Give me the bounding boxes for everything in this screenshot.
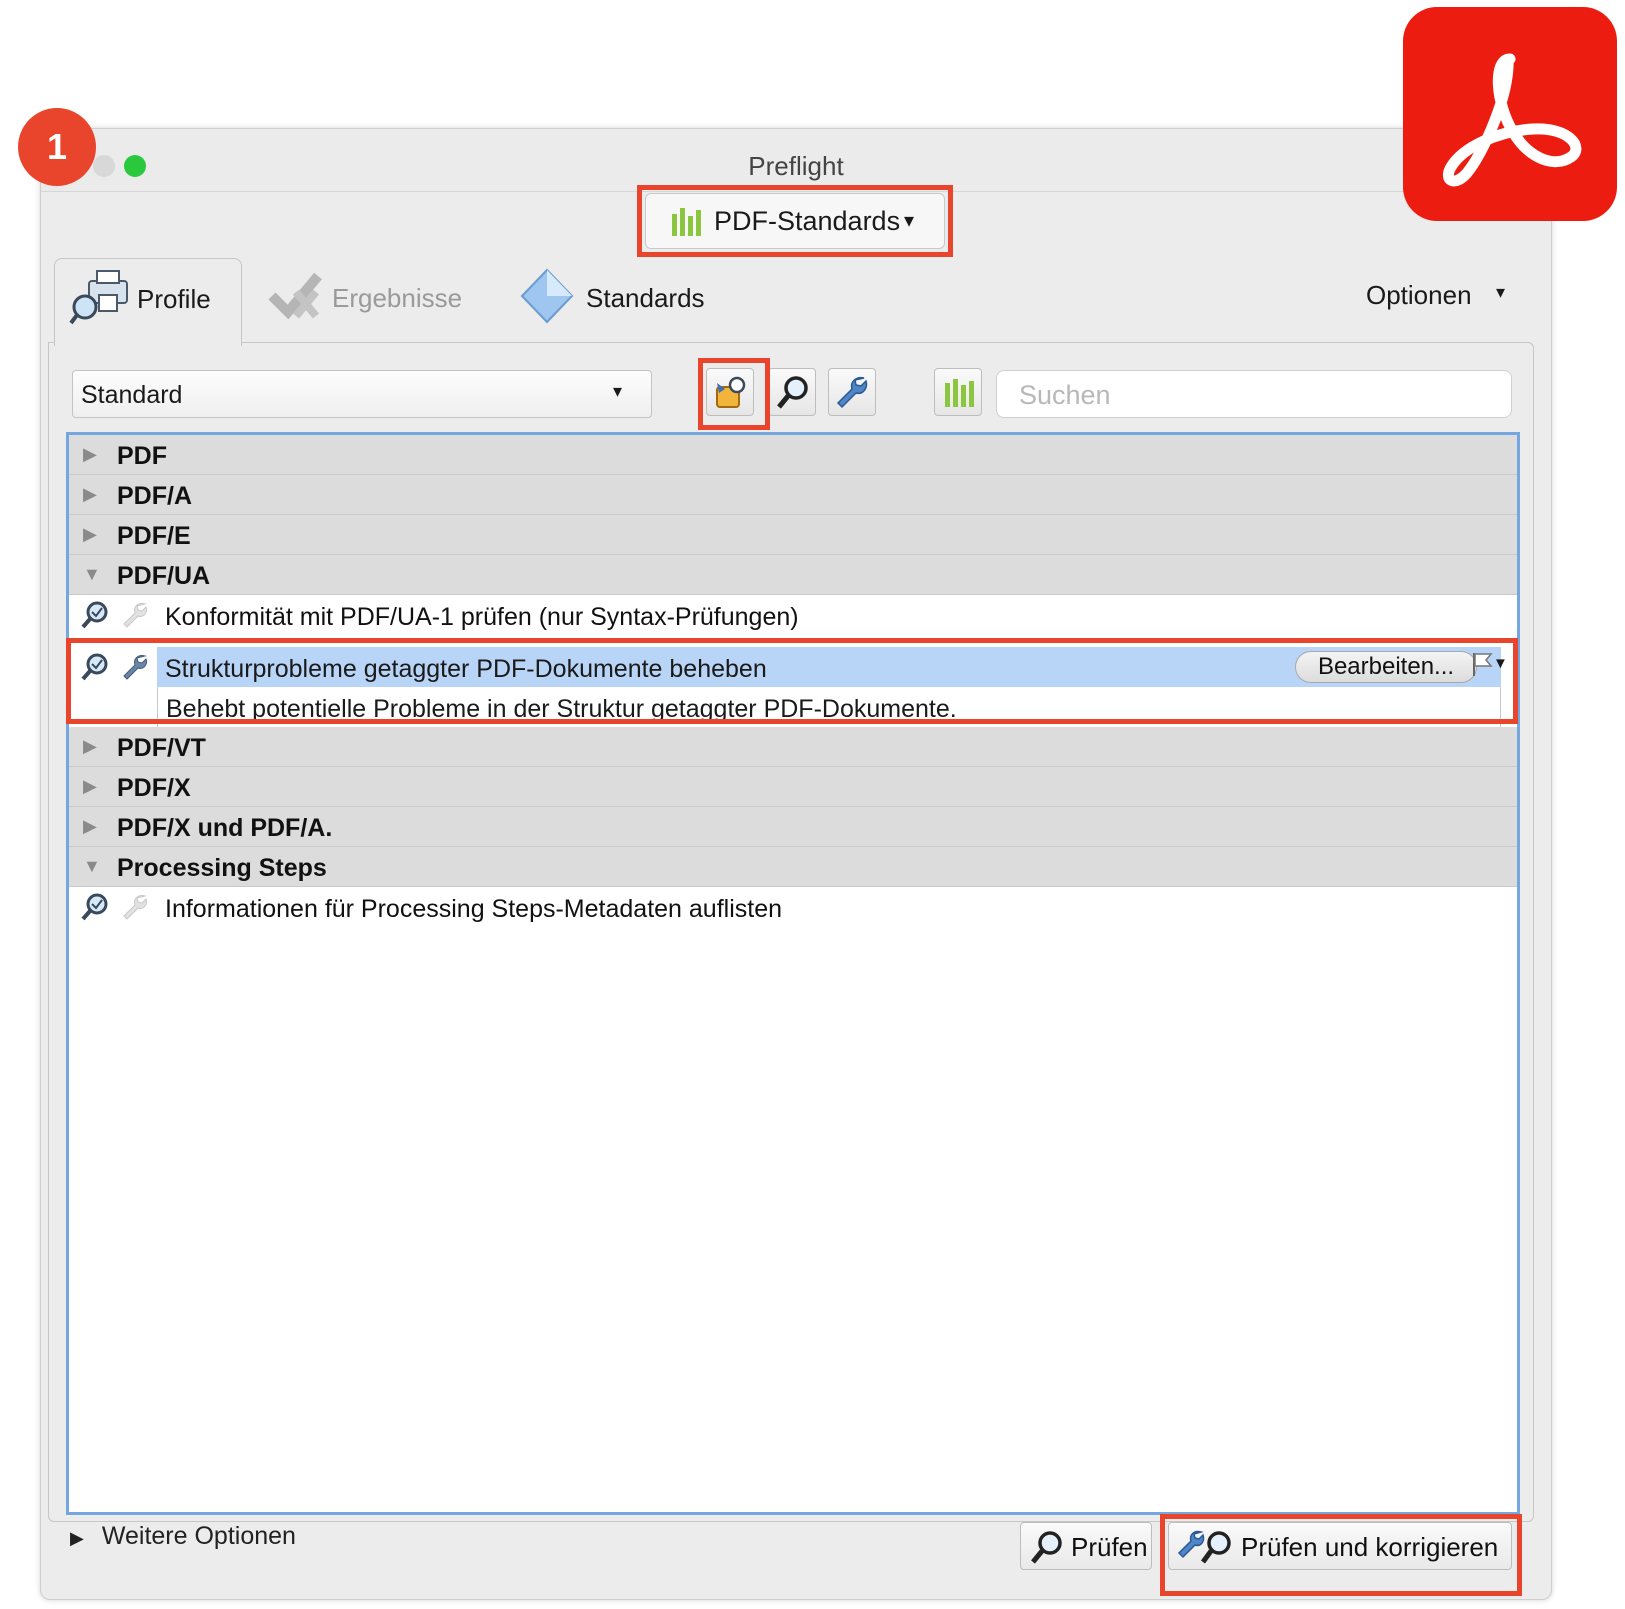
tab-standards[interactable]: Standards	[520, 268, 740, 328]
disclosure-right-icon: ▶	[83, 816, 97, 836]
check-button[interactable]: Prüfen	[1020, 1522, 1152, 1570]
title-bar: Preflight	[41, 129, 1551, 192]
standards-view-button[interactable]	[934, 368, 982, 416]
tab-profile-label: Profile	[137, 284, 211, 314]
profile-library-select[interactable]: Standard ▾	[72, 370, 652, 418]
tree-group-label: PDF/X	[117, 774, 191, 802]
rule-row-processing-steps[interactable]: Informationen für Processing Steps-Metad…	[69, 887, 1517, 927]
select-single-checks-button[interactable]	[768, 368, 816, 416]
wrench-inactive-icon	[123, 603, 147, 628]
options-menu[interactable]: Optionen ▾	[1366, 280, 1516, 316]
tree-group-processing-steps[interactable]: ▼ Processing Steps	[69, 847, 1517, 887]
disclosure-right-icon: ▶	[70, 1528, 84, 1548]
wrench-inactive-icon	[123, 895, 147, 920]
options-menu-label: Optionen	[1366, 280, 1472, 310]
wrench-icon	[836, 376, 868, 409]
disclosure-right-icon: ▶	[83, 524, 97, 544]
disclosure-down-icon: ▼	[83, 564, 101, 584]
more-options-label: Weitere Optionen	[101, 1522, 296, 1550]
check-magnifier-icon	[81, 893, 108, 921]
tab-ergebnisse-label: Ergebnisse	[332, 283, 463, 313]
step-number-badge: 1	[18, 108, 96, 186]
tree-group-pdf[interactable]: ▶ PDF	[69, 435, 1517, 475]
tree-group-pdfa[interactable]: ▶ PDF/A	[69, 475, 1517, 515]
profile-tree: ▶ PDF ▶ PDF/A ▶ PDF/E ▼ PDF/UA Konformit…	[66, 432, 1520, 1515]
highlight-box-standards	[637, 185, 953, 257]
tab-standards-label: Standards	[586, 283, 705, 313]
search-placeholder: Suchen	[1019, 380, 1111, 410]
tab-profile[interactable]: Profile	[54, 258, 242, 346]
rule-label: Informationen für Processing Steps-Metad…	[165, 895, 783, 923]
disclosure-down-icon: ▼	[83, 856, 101, 876]
select-fixups-button[interactable]	[828, 368, 876, 416]
rule-label: Konformität mit PDF/UA-1 prüfen (nur Syn…	[165, 603, 799, 631]
tree-group-pdfe[interactable]: ▶ PDF/E	[69, 515, 1517, 555]
highlight-box-selected-rule	[66, 638, 1518, 724]
disclosure-right-icon: ▶	[83, 736, 97, 756]
printer-magnifier-icon	[69, 270, 128, 325]
disclosure-right-icon: ▶	[83, 776, 97, 796]
magnifier-icon	[1031, 1531, 1062, 1564]
rule-row-ua-check[interactable]: Konformität mit PDF/UA-1 prüfen (nur Syn…	[69, 595, 1517, 635]
search-input[interactable]: Suchen	[996, 370, 1512, 418]
tree-group-label: PDF/E	[117, 522, 191, 550]
tree-group-pdfx-pdfa[interactable]: ▶ PDF/X und PDF/A.	[69, 807, 1517, 847]
disclosure-right-icon: ▶	[83, 444, 97, 464]
profile-select-value: Standard	[81, 381, 183, 409]
more-options-disclosure[interactable]: ▶ Weitere Optionen	[70, 1522, 296, 1551]
highlight-box-check-fix	[1160, 1514, 1522, 1596]
tree-group-pdfua[interactable]: ▼ PDF/UA	[69, 555, 1517, 595]
tree-group-label: Processing Steps	[117, 854, 327, 882]
window-title: Preflight	[748, 151, 844, 181]
tree-group-label: PDF	[117, 442, 167, 470]
tree-group-pdfx[interactable]: ▶ PDF/X	[69, 767, 1517, 807]
chevron-down-icon: ▾	[613, 381, 623, 401]
magnifier-icon	[777, 376, 808, 409]
tree-group-pdfvt[interactable]: ▶ PDF/VT	[69, 727, 1517, 767]
checkmark-results-icon	[268, 272, 322, 320]
adobe-acrobat-logo	[1403, 7, 1617, 221]
chevron-down-icon: ▾	[1496, 282, 1506, 302]
standards-bars-icon	[945, 379, 974, 407]
highlight-box-fixup-button	[698, 358, 770, 430]
diamond-icon	[520, 268, 574, 324]
tree-group-label: PDF/A	[117, 482, 192, 510]
tree-group-label: PDF/VT	[117, 734, 206, 762]
disclosure-right-icon: ▶	[83, 484, 97, 504]
tree-group-label: PDF/UA	[117, 562, 211, 590]
check-button-label: Prüfen	[1071, 1532, 1148, 1562]
tab-ergebnisse[interactable]: Ergebnisse	[268, 268, 518, 328]
tree-group-label: PDF/X und PDF/A.	[117, 814, 333, 842]
check-magnifier-icon	[81, 601, 108, 629]
